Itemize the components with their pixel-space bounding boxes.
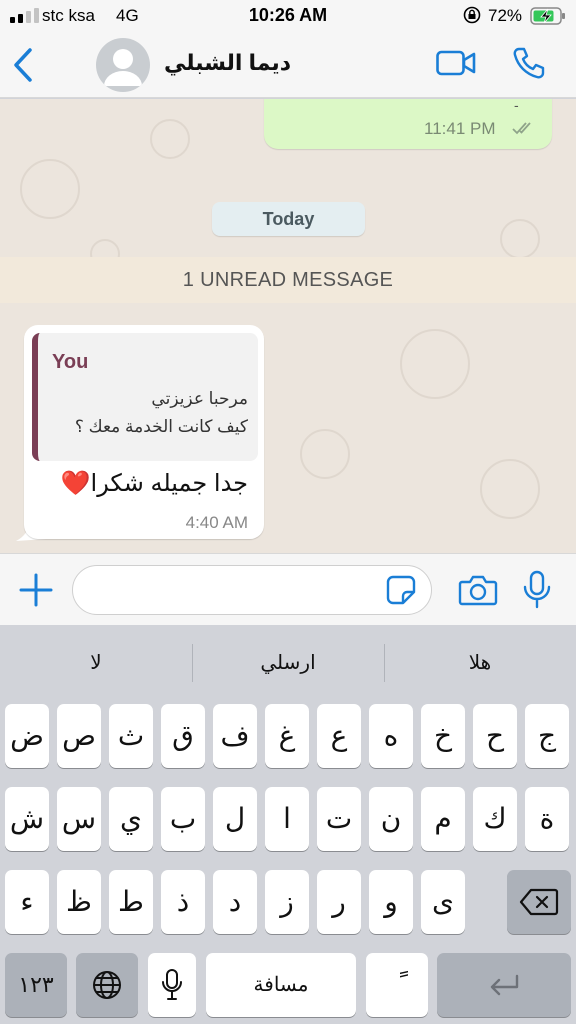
outgoing-message-time: 11:41 PM — [424, 119, 496, 138]
camera-icon[interactable] — [458, 572, 498, 608]
incoming-message-text: جدا جميله شكرا❤️ — [60, 470, 248, 497]
message-input[interactable] — [72, 565, 432, 615]
message-input-bar — [0, 553, 576, 625]
key[interactable]: ر — [317, 870, 361, 934]
quote-line: مرحبا عزيزتي — [151, 389, 248, 408]
key[interactable]: خ — [421, 704, 465, 768]
outgoing-message-bubble[interactable]: - — [264, 99, 552, 149]
status-bar: stc ksa 4G 10:26 AM 72% — [0, 0, 576, 32]
suggestion-3[interactable]: هلا — [384, 626, 576, 700]
globe-icon — [93, 971, 121, 999]
key[interactable]: ث — [109, 704, 153, 768]
key[interactable]: س — [57, 787, 101, 851]
key[interactable]: م — [421, 787, 465, 851]
globe-key[interactable] — [76, 953, 138, 1017]
key[interactable]: د — [213, 870, 257, 934]
microphone-icon[interactable] — [522, 570, 552, 610]
return-key[interactable] — [437, 953, 571, 1017]
key[interactable]: و — [369, 870, 413, 934]
contact-name[interactable]: ديما الشبلي — [164, 50, 291, 76]
key[interactable]: ط — [109, 870, 153, 934]
incoming-message-bubble[interactable]: You مرحبا عزيزتي كيف كانت الخدمة معك ؟ ج… — [24, 325, 264, 539]
key[interactable]: ن — [369, 787, 413, 851]
key[interactable]: ص — [57, 704, 101, 768]
suggestion-2[interactable]: ارسلي — [192, 626, 384, 700]
orientation-lock-icon — [463, 6, 481, 24]
video-call-icon[interactable] — [436, 48, 476, 78]
key[interactable]: ق — [161, 704, 205, 768]
avatar[interactable] — [96, 38, 150, 92]
mic-icon — [162, 969, 182, 1000]
space-key[interactable]: مسافة — [206, 953, 356, 1017]
backspace-key[interactable] — [507, 870, 571, 934]
key[interactable]: ض — [5, 704, 49, 768]
key[interactable]: ت — [317, 787, 361, 851]
outgoing-message-text: - — [514, 99, 519, 113]
key[interactable]: ف — [213, 704, 257, 768]
key[interactable]: ك — [473, 787, 517, 851]
key[interactable]: ا — [265, 787, 309, 851]
key[interactable]: ء — [5, 870, 49, 934]
key[interactable]: ى — [421, 870, 465, 934]
read-receipt-icon — [512, 122, 531, 135]
quoted-reply[interactable]: You مرحبا عزيزتي كيف كانت الخدمة معك ؟ — [32, 333, 258, 461]
suggestion-1[interactable]: لا — [0, 626, 192, 700]
key[interactable]: ي — [109, 787, 153, 851]
incoming-message-time: 4:40 AM — [185, 513, 248, 532]
return-icon — [490, 974, 519, 996]
key[interactable]: ع — [317, 704, 361, 768]
chat-area[interactable]: - 11:41 PM Today 1 UNREAD MESSAGE You مر… — [0, 99, 576, 553]
battery-percent: 72% — [488, 6, 523, 25]
quote-author: You — [52, 351, 89, 373]
key[interactable]: ة — [525, 787, 569, 851]
diacritic-key[interactable]: ً — [366, 953, 428, 1017]
plus-icon[interactable] — [18, 572, 54, 608]
battery-charging-icon — [530, 7, 565, 25]
date-separator: Today — [212, 202, 365, 236]
backspace-icon — [519, 888, 559, 916]
key[interactable]: ج — [525, 704, 569, 768]
phone-call-icon[interactable] — [512, 46, 546, 80]
key[interactable]: ح — [473, 704, 517, 768]
numbers-key[interactable]: ١٢٣ — [5, 953, 67, 1017]
sticker-icon[interactable] — [385, 574, 417, 606]
back-chevron-icon[interactable] — [10, 46, 38, 84]
dictation-key[interactable] — [148, 953, 196, 1017]
key[interactable]: ظ — [57, 870, 101, 934]
unread-banner: 1 UNREAD MESSAGE — [0, 257, 576, 303]
key[interactable]: غ — [265, 704, 309, 768]
chat-header: ديما الشبلي — [0, 32, 576, 98]
key[interactable]: ه — [369, 704, 413, 768]
key[interactable]: ل — [213, 787, 257, 851]
person-icon — [104, 49, 142, 86]
quote-line: كيف كانت الخدمة معك ؟ — [74, 417, 248, 436]
keyboard: لا ارسلي هلا ض ص ث ق ف غ ع ه خ ح ج ش س ي… — [0, 626, 576, 1024]
key[interactable]: ز — [265, 870, 309, 934]
key[interactable]: ش — [5, 787, 49, 851]
key[interactable]: ب — [161, 787, 205, 851]
key[interactable]: ذ — [161, 870, 205, 934]
